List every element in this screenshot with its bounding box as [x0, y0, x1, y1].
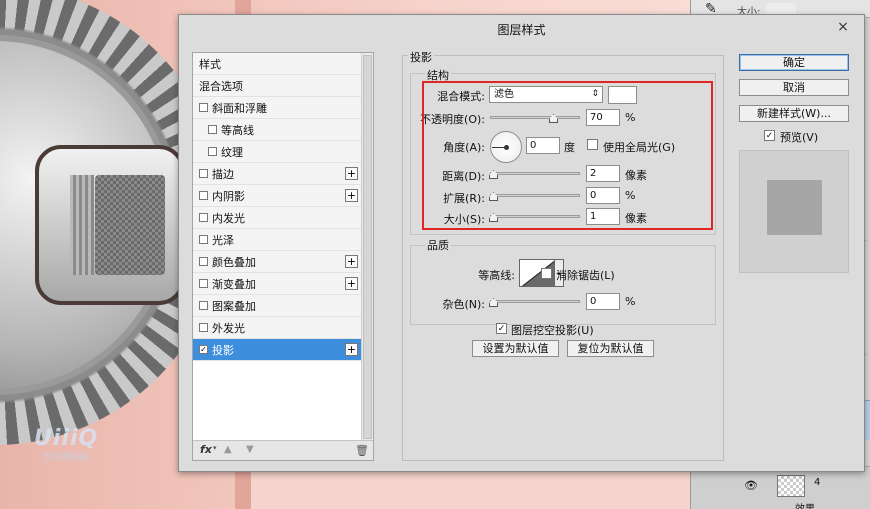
- style-list-item-label: 外发光: [212, 321, 245, 335]
- canvas-lower-area: [251, 470, 700, 509]
- noise-unit: %: [625, 295, 636, 308]
- style-checkbox[interactable]: [199, 257, 208, 266]
- slider-track: [490, 300, 580, 303]
- drop-shadow-title: 投影: [408, 49, 434, 65]
- style-list-item[interactable]: 描边 +: [193, 163, 362, 185]
- style-list-item[interactable]: ✓ 投影 +: [193, 339, 362, 361]
- move-up-icon[interactable]: ▲: [224, 444, 232, 455]
- dialog-title: 图层样式: [497, 23, 546, 37]
- style-list-item-label: 纹理: [221, 145, 243, 159]
- style-preview: [739, 150, 849, 273]
- layer-row[interactable]: 👁 4 效果: [691, 466, 870, 509]
- add-effect-icon[interactable]: +: [345, 167, 358, 180]
- style-list-item-label: 内阴影: [212, 189, 245, 203]
- style-list-item-label: 样式: [199, 57, 221, 71]
- style-list-item-label: 混合选项: [199, 79, 243, 93]
- layer-effects-label[interactable]: 效果: [795, 500, 815, 509]
- fx-dropdown-icon[interactable]: ▾: [213, 444, 217, 452]
- ok-button[interactable]: 确定: [739, 54, 849, 71]
- style-list-item-label: 斜面和浮雕: [212, 101, 267, 115]
- add-effect-icon[interactable]: +: [345, 343, 358, 356]
- style-checkbox[interactable]: [199, 323, 208, 332]
- new-style-button[interactable]: 新建样式(W)...: [739, 105, 849, 122]
- style-checkbox[interactable]: [199, 279, 208, 288]
- style-list-toolbar: fx ▾ ▲ ▼ 🗑: [193, 440, 373, 460]
- anti-alias-checkbox[interactable]: [541, 268, 552, 279]
- style-list: 样式混合选项斜面和浮雕等高线纹理描边 + 内阴影 + 内发光光泽颜色叠加 + 渐变叠加 + 图案…: [192, 52, 374, 461]
- add-effect-icon[interactable]: +: [345, 189, 358, 202]
- layer-thumbnail: [777, 475, 805, 497]
- fx-button[interactable]: fx: [200, 443, 212, 456]
- watermark-text: 优优教程网: [43, 453, 89, 463]
- style-checkbox[interactable]: ✓: [199, 345, 208, 354]
- style-list-item[interactable]: 内发光: [193, 207, 362, 229]
- add-effect-icon[interactable]: +: [345, 277, 358, 290]
- style-list-item-label: 图案叠加: [212, 299, 256, 313]
- style-list-item[interactable]: 图案叠加: [193, 295, 362, 317]
- style-list-item-label: 内发光: [212, 211, 245, 225]
- style-checkbox[interactable]: [199, 235, 208, 244]
- style-list-item[interactable]: 斜面和浮雕: [193, 97, 362, 119]
- preview-checkbox[interactable]: ✓: [764, 130, 775, 141]
- style-list-item-label: 投影: [212, 343, 234, 357]
- style-list-item[interactable]: 颜色叠加 +: [193, 251, 362, 273]
- preview-swatch: [767, 180, 822, 235]
- style-checkbox[interactable]: [208, 125, 217, 134]
- style-list-item[interactable]: 光泽: [193, 229, 362, 251]
- watermark: UiiiQ 优优教程网: [34, 426, 99, 464]
- anti-alias-label: 消除锯齿(L): [556, 269, 615, 282]
- style-list-item-label: 渐变叠加: [212, 277, 256, 291]
- style-checkbox[interactable]: [199, 213, 208, 222]
- style-checkbox[interactable]: [199, 103, 208, 112]
- dialog-titlebar[interactable]: 图层样式 ×: [179, 15, 864, 41]
- style-list-item[interactable]: 外发光: [193, 317, 362, 339]
- style-list-item[interactable]: 混合选项: [193, 75, 362, 97]
- eye-icon[interactable]: 👁: [744, 479, 758, 492]
- knockout-checkbox[interactable]: ✓: [496, 323, 507, 334]
- style-checkbox[interactable]: [199, 169, 208, 178]
- scrollbar-thumb[interactable]: [363, 55, 372, 439]
- cancel-button[interactable]: 取消: [739, 79, 849, 96]
- style-list-item[interactable]: 样式: [193, 53, 362, 75]
- noise-label: 杂色(N):: [442, 298, 485, 311]
- style-list-item-label: 描边: [212, 167, 234, 181]
- style-checkbox[interactable]: [199, 191, 208, 200]
- style-checkbox[interactable]: [199, 301, 208, 310]
- style-list-item-label: 光泽: [212, 233, 234, 247]
- make-default-button[interactable]: 设置为默认值: [472, 340, 559, 357]
- style-list-item-label: 颜色叠加: [212, 255, 256, 269]
- knockout-label: 图层挖空投影(U): [511, 324, 594, 337]
- style-checkbox[interactable]: [208, 147, 217, 156]
- style-list-item[interactable]: 等高线: [193, 119, 362, 141]
- style-list-item[interactable]: 内阴影 +: [193, 185, 362, 207]
- style-list-item[interactable]: 渐变叠加 +: [193, 273, 362, 295]
- close-icon[interactable]: ×: [834, 18, 852, 36]
- noise-slider[interactable]: [489, 294, 580, 310]
- style-list-scrollbar[interactable]: [361, 53, 373, 441]
- contour-label: 等高线:: [478, 269, 515, 282]
- move-down-icon[interactable]: ▼: [246, 444, 254, 455]
- layer-name: 4: [814, 477, 821, 488]
- highlight-box: [422, 81, 713, 230]
- style-list-item[interactable]: 纹理: [193, 141, 362, 163]
- trash-icon[interactable]: 🗑: [355, 444, 369, 457]
- connector-grid-artwork: [95, 175, 165, 275]
- quality-title: 品质: [425, 237, 451, 253]
- watermark-logo: UiiiQ: [34, 426, 99, 451]
- reset-default-button[interactable]: 复位为默认值: [567, 340, 654, 357]
- noise-input[interactable]: 0: [586, 293, 620, 310]
- connector-stripe-artwork: [70, 175, 94, 275]
- add-effect-icon[interactable]: +: [345, 255, 358, 268]
- preview-label: 预览(V): [780, 131, 819, 144]
- style-list-item-label: 等高线: [221, 123, 254, 137]
- layer-style-dialog: 图层样式 × 样式混合选项斜面和浮雕等高线纹理描边 + 内阴影 + 内发光光泽颜色叠加 +…: [178, 14, 865, 472]
